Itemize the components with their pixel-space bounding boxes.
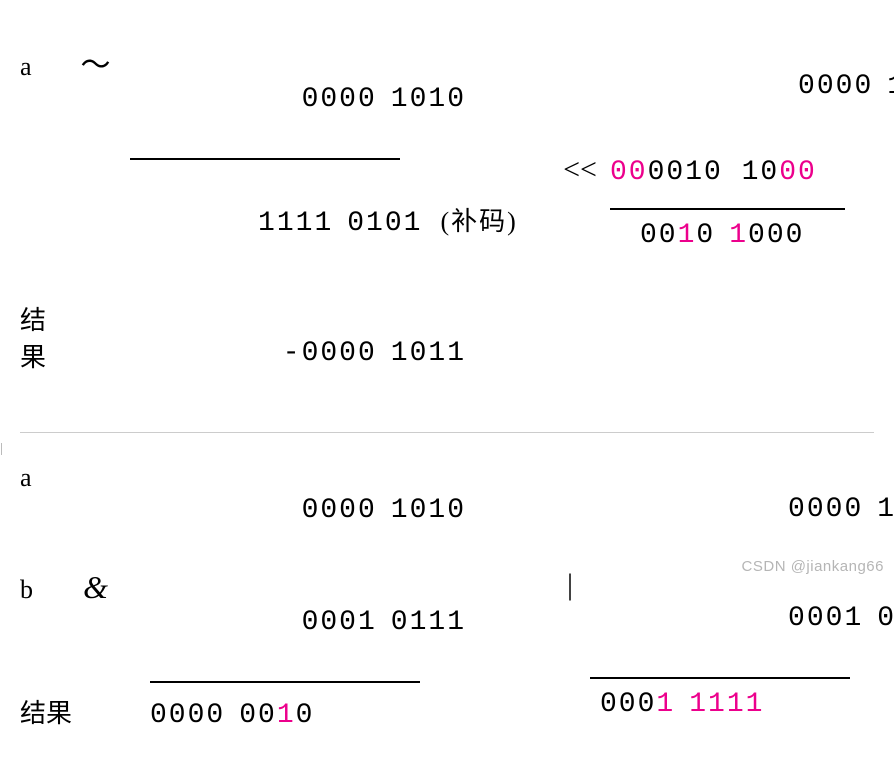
lshift-operator: << bbox=[550, 153, 610, 187]
or-operation-block: 00001010 | 00010111 00011111 bbox=[540, 463, 894, 743]
lshift-operation-block: 00001010 << 000010 1000 00101000 bbox=[540, 40, 894, 412]
and-operand-a: 00001010 bbox=[114, 464, 480, 557]
not-rule-line bbox=[130, 158, 400, 160]
or-result-bits: 00011111 bbox=[600, 689, 778, 720]
or-operator: | bbox=[540, 568, 600, 602]
complement-annotation: (补码) bbox=[440, 207, 517, 236]
not-operation-block: a ～ 00001010 11110101(补码) 结果 -00001011 bbox=[20, 40, 480, 412]
label-a: a bbox=[20, 52, 78, 82]
and-rule-line bbox=[150, 681, 420, 683]
and-operand-b: 00010111 bbox=[114, 576, 480, 669]
not-operator: ～ bbox=[78, 40, 114, 84]
label-a-and: a bbox=[20, 463, 78, 493]
not-complement-bits: 11110101(补码) bbox=[70, 170, 518, 270]
watermark-text: CSDN @jiankang66 bbox=[742, 558, 884, 575]
lshift-rule-line bbox=[610, 208, 845, 210]
not-result-bits: -00001011 bbox=[95, 307, 480, 400]
or-operand-a: 00001010 bbox=[600, 463, 894, 556]
lshift-shifted-bits: 000010 1000 bbox=[610, 157, 817, 188]
or-rule-line bbox=[590, 677, 850, 679]
section-divider bbox=[20, 432, 874, 433]
lshift-result-bits: 00101000 bbox=[640, 220, 818, 251]
lshift-operand-a: 00001010 bbox=[610, 40, 894, 133]
and-result-bits: 00000010 bbox=[150, 700, 328, 731]
and-operation-block: a 00001010 b & 00010111 结果 00000010 bbox=[20, 463, 480, 743]
label-result-and: 结果 bbox=[20, 693, 100, 730]
label-result-not: 结果 bbox=[20, 300, 66, 374]
or-operand-b: 00010111 bbox=[600, 572, 894, 665]
not-operand: 00001010 bbox=[114, 53, 480, 146]
and-operator: & bbox=[78, 569, 114, 606]
label-b-and: b bbox=[20, 575, 78, 605]
